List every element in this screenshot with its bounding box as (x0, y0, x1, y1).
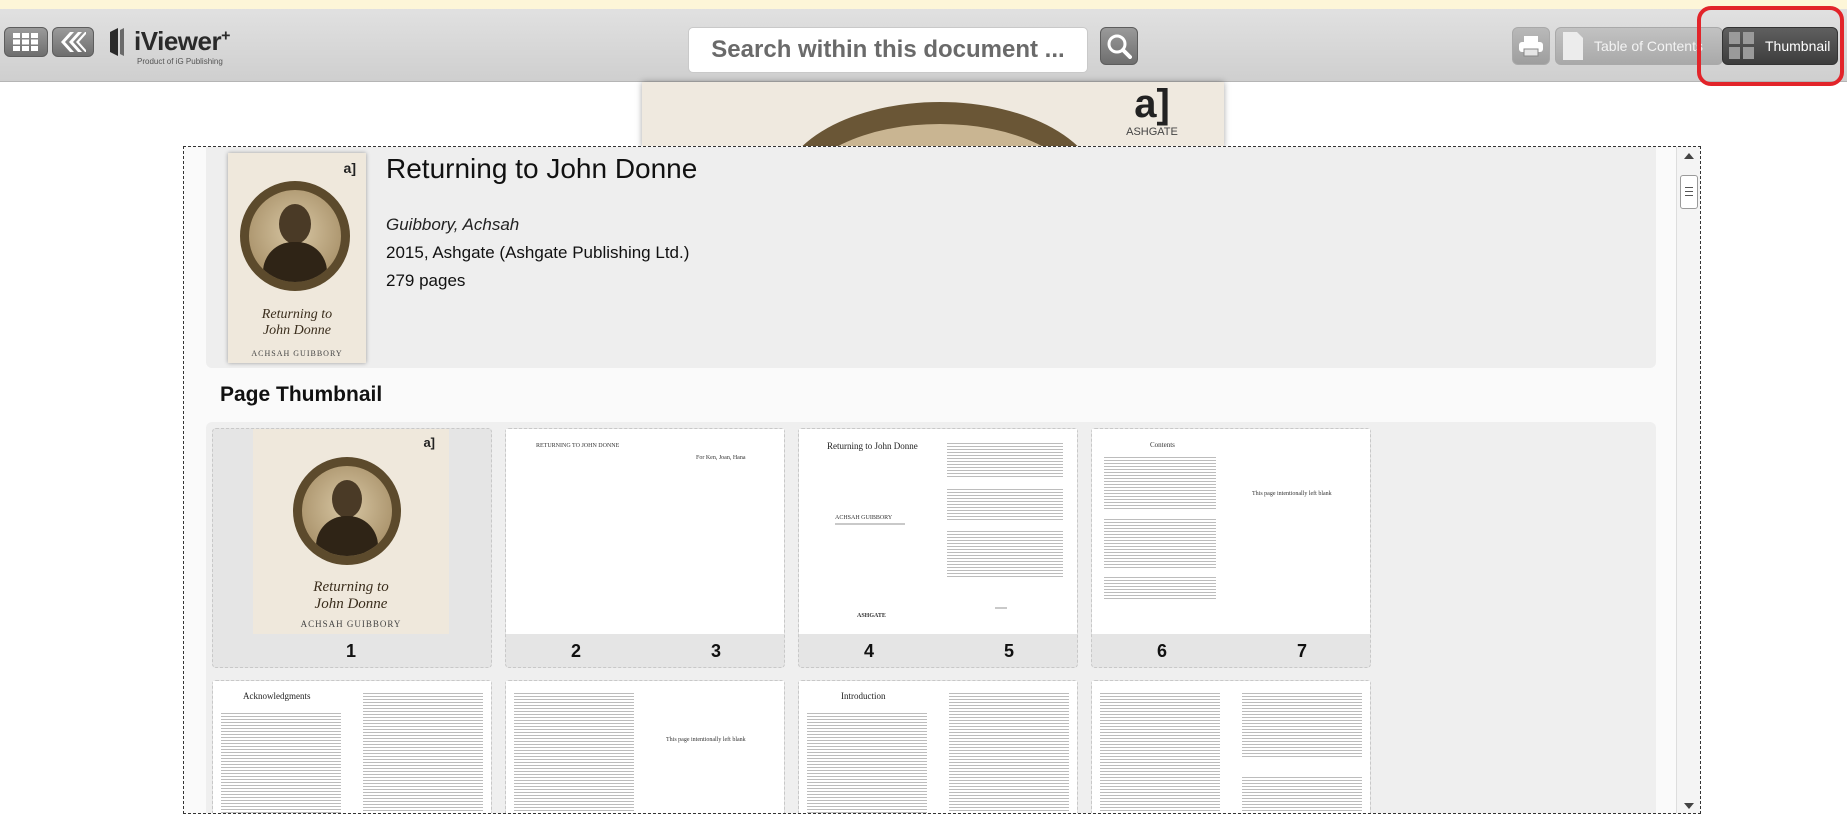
page-number: 4 (863, 641, 874, 661)
toolbar-top-strip (0, 0, 1847, 9)
page-number: 3 (710, 641, 721, 661)
page-image: Acknowledgments (213, 681, 491, 813)
thumbnail-panel: a] Returning to John Donne ACHSAH GUIBBOR… (183, 146, 1701, 814)
iviewer-logo: iViewer+ Product of iG Publishing (110, 26, 240, 66)
double-chevron-left-icon (61, 32, 86, 52)
thumbnail-grid: a] Returning to John Donne ACHSAH GUIBBOR… (206, 422, 1656, 813)
book-page-count: 279 pages (386, 271, 466, 290)
page-number: 1 (345, 641, 356, 661)
page-number: 2 (570, 641, 581, 661)
page-image: Contents This page intentionally left bl… (1092, 429, 1370, 634)
cover-publisher-mark: a] (343, 160, 356, 176)
cover-author: ACHSAH GUIBBORY (251, 349, 343, 358)
grid-menu-button[interactable] (4, 27, 48, 57)
thumbnail-pages-8-9[interactable]: Acknowledgments (212, 680, 492, 813)
printer-icon (1519, 36, 1543, 57)
cover-medallion (780, 102, 1100, 148)
ebook-viewer: iViewer+ Product of iG Publishing Search… (0, 0, 1847, 814)
thumbnail-pages-2-3[interactable]: RETURNING TO JOHN DONNE For Ken, Joan, H… (505, 428, 785, 668)
page-image: a] Returning to John Donne ACHSAH GUIBBOR… (253, 429, 449, 634)
book-info-card: a] Returning to John Donne ACHSAH GUIBBOR… (206, 147, 1656, 368)
page-thumbnail-heading: Page Thumbnail (220, 383, 383, 406)
page-number: 5 (1003, 641, 1014, 661)
page-image (1092, 681, 1370, 813)
logo-mark-icon (110, 28, 124, 56)
document-icon (1563, 32, 1583, 60)
logo-name: iViewer+ (134, 26, 230, 56)
page-image: This page intentionally left blank (506, 681, 784, 813)
thumbnail-pages-6-7[interactable]: Contents This page intentionally left bl… (1091, 428, 1371, 668)
cover-portrait (240, 181, 350, 291)
page-image: Introduction (799, 681, 1077, 813)
toc-label: Table of Contents (1594, 38, 1703, 54)
cover-title: Returning to John Donne (261, 307, 333, 338)
top-toolbar: iViewer+ Product of iG Publishing Search… (0, 0, 1847, 86)
book-publication: 2015, Ashgate (Ashgate Publishing Ltd.) (386, 243, 690, 262)
back-button[interactable] (52, 27, 94, 57)
background-book-cover: a] ASHGATE (642, 82, 1224, 148)
scroll-down-arrow-icon[interactable] (1684, 803, 1694, 809)
thumbnail-highlight-annotation (1697, 6, 1844, 86)
grid-menu-icon (13, 33, 38, 51)
scrollbar-handle[interactable] (1680, 175, 1698, 209)
book-author: Guibbory, Achsah (386, 215, 520, 234)
book-cover-image: a] Returning to John Donne ACHSAH GUIBBOR… (228, 153, 366, 363)
publisher-mark: a] ASHGATE (1126, 82, 1178, 138)
logo-tagline: Product of iG Publishing (137, 57, 223, 66)
thumbnail-page-1[interactable]: a] Returning to John Donne ACHSAH GUIBBOR… (212, 428, 492, 668)
print-button[interactable] (1512, 27, 1550, 65)
thumbnail-pages-14-15[interactable] (1091, 680, 1371, 813)
page-number: 6 (1156, 641, 1167, 661)
vertical-scrollbar[interactable] (1676, 147, 1700, 813)
page-number: 7 (1296, 641, 1307, 661)
scroll-up-arrow-icon[interactable] (1684, 153, 1694, 159)
thumbnail-pages-4-5[interactable]: Returning to John Donne ACHSAH GUIBBORY … (798, 428, 1078, 668)
page-image: Returning to John Donne ACHSAH GUIBBORY … (799, 429, 1077, 634)
book-title: Returning to John Donne (386, 153, 698, 184)
search-button[interactable] (1100, 27, 1138, 65)
page-image: RETURNING TO JOHN DONNE For Ken, Joan, H… (506, 429, 784, 634)
thumbnail-pages-10-11[interactable]: This page intentionally left blank (505, 680, 785, 813)
search-input[interactable]: Search within this document ... (688, 27, 1088, 73)
magnifier-icon (1107, 34, 1132, 59)
thumbnail-pages-12-13[interactable]: Introduction (798, 680, 1078, 813)
